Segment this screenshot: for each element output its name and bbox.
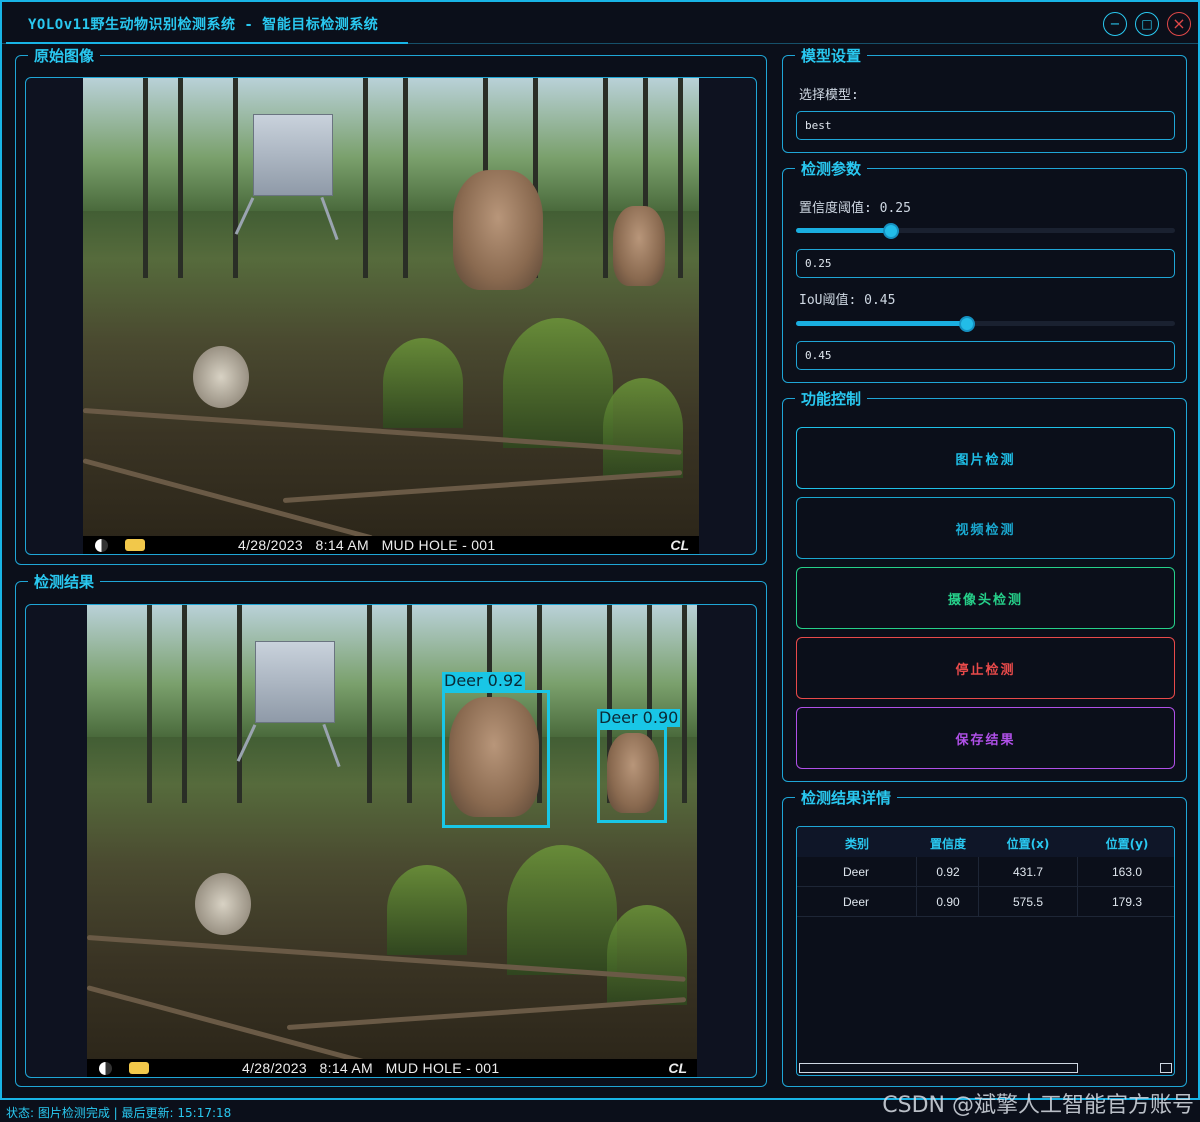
- confidence-slider-handle[interactable]: [883, 223, 899, 239]
- stop-detect-button[interactable]: 停止检测: [796, 637, 1175, 699]
- title-bar[interactable]: YOLOv11野生动物识别检测系统 - 智能目标检测系统 − □ ×: [2, 2, 1198, 44]
- moon-phase-icon: [95, 539, 108, 552]
- table-row[interactable]: Deer 0.92 431.7 163.0: [797, 857, 1174, 887]
- confidence-slider[interactable]: [796, 223, 1175, 239]
- detection-box-1: [442, 690, 550, 828]
- detection-params-group: 检测参数 置信度阈值: 0.25 0.25 IoU阈值: 0.45 0.45: [782, 160, 1187, 383]
- column-header-confidence[interactable]: 置信度: [917, 835, 979, 852]
- cell-confidence: 0.90: [936, 895, 960, 909]
- camera-logo: CL: [670, 537, 689, 553]
- app-window: YOLOv11野生动物识别检测系统 - 智能目标检测系统 − □ × 原始图像: [0, 0, 1200, 1100]
- confidence-label: 置信度阈值: 0.25: [799, 201, 911, 216]
- detection-params-title: 检测参数: [795, 160, 868, 178]
- image-info-bar: 4/28/2023 8:14 AM MUD HOLE - 001 CL: [83, 536, 699, 554]
- result-info-bar: 4/28/2023 8:14 AM MUD HOLE - 001 CL: [87, 1059, 697, 1077]
- result-image: Deer 0.92 Deer 0.90 4/28/2023 8:14 AM MU…: [87, 605, 697, 1077]
- model-settings-title: 模型设置: [795, 47, 868, 65]
- model-select[interactable]: best: [796, 111, 1175, 140]
- iou-slider-fill: [796, 321, 967, 326]
- close-icon: ×: [1172, 14, 1186, 33]
- video-detect-button[interactable]: 视频检测: [796, 497, 1175, 559]
- maximize-icon: □: [1141, 17, 1153, 31]
- results-details-title: 检测结果详情: [795, 789, 898, 807]
- detection-box-2: [597, 727, 667, 823]
- image-timestamp: 4/28/2023 8:14 AM MUD HOLE - 001: [238, 537, 496, 553]
- maximize-button[interactable]: □: [1135, 12, 1159, 36]
- controls-title: 功能控制: [795, 390, 868, 408]
- weather-icon: [125, 539, 145, 551]
- original-image: 4/28/2023 8:14 AM MUD HOLE - 001 CL: [83, 78, 699, 554]
- cell-class: Deer: [842, 865, 869, 879]
- camera-detect-button[interactable]: 摄像头检测: [796, 567, 1175, 629]
- cell-x: 431.7: [1012, 865, 1044, 879]
- results-table[interactable]: 类别 置信度 位置(x) 位置(y) Deer 0.92 431.7 163.0…: [796, 826, 1175, 1076]
- confidence-input[interactable]: 0.25: [796, 249, 1175, 278]
- model-select-label: 选择模型:: [799, 88, 859, 103]
- watermark-text: CSDN @斌擎人工智能官方账号: [882, 1093, 1194, 1118]
- cell-y: 163.0: [1111, 865, 1143, 879]
- title-underline: [6, 42, 408, 44]
- detection-label-2: Deer 0.90: [597, 708, 681, 727]
- cell-y: 179.3: [1111, 895, 1143, 909]
- cell-confidence: 0.92: [936, 865, 960, 879]
- minimize-button[interactable]: −: [1103, 12, 1127, 36]
- save-results-button[interactable]: 保存结果: [796, 707, 1175, 769]
- scrollbar-end-handle[interactable]: [1160, 1063, 1172, 1073]
- result-timestamp: 4/28/2023 8:14 AM MUD HOLE - 001: [242, 1060, 500, 1076]
- iou-slider-handle[interactable]: [959, 316, 975, 332]
- column-header-y[interactable]: 位置(y): [1077, 835, 1174, 852]
- window-title: YOLOv11野生动物识别检测系统 - 智能目标检测系统: [28, 17, 379, 33]
- detection-label-1: Deer 0.92: [442, 671, 526, 690]
- result-image-frame: Deer 0.92 Deer 0.90 4/28/2023 8:14 AM MU…: [25, 604, 757, 1078]
- controls-group: 功能控制 图片检测 视频检测 摄像头检测 停止检测 保存结果: [782, 390, 1187, 782]
- result-image-group: 检测结果 Deer 0.92 Deer 0.90 4/28/2023 8:14 …: [15, 573, 767, 1087]
- status-text: 状态: 图片检测完成 | 最后更新: 15:17:18: [6, 1106, 232, 1120]
- image-detect-button[interactable]: 图片检测: [796, 427, 1175, 489]
- moon-phase-icon: [99, 1062, 112, 1075]
- original-image-title: 原始图像: [28, 47, 101, 65]
- iou-label: IoU阈值: 0.45: [799, 293, 896, 308]
- weather-icon: [129, 1062, 149, 1074]
- confidence-slider-fill: [796, 228, 891, 233]
- iou-slider[interactable]: [796, 316, 1175, 332]
- horizontal-scrollbar[interactable]: [799, 1063, 1078, 1073]
- minimize-icon: −: [1109, 16, 1121, 32]
- column-header-x[interactable]: 位置(x): [979, 835, 1077, 852]
- cell-x: 575.5: [1012, 895, 1044, 909]
- cell-class: Deer: [842, 895, 869, 909]
- model-settings-group: 模型设置 选择模型: best: [782, 47, 1187, 153]
- table-row[interactable]: Deer 0.90 575.5 179.3: [797, 887, 1174, 917]
- table-header: 类别 置信度 位置(x) 位置(y): [797, 827, 1174, 857]
- results-details-group: 检测结果详情 类别 置信度 位置(x) 位置(y) Deer 0.92 431.…: [782, 789, 1187, 1087]
- column-header-class[interactable]: 类别: [797, 835, 917, 852]
- original-image-frame: 4/28/2023 8:14 AM MUD HOLE - 001 CL: [25, 77, 757, 555]
- close-button[interactable]: ×: [1167, 12, 1191, 36]
- result-image-title: 检测结果: [28, 573, 101, 591]
- original-image-group: 原始图像 4/28/2023 8:14 AM MUD HOLE - 001 CL: [15, 47, 767, 565]
- camera-logo: CL: [668, 1060, 687, 1076]
- iou-input[interactable]: 0.45: [796, 341, 1175, 370]
